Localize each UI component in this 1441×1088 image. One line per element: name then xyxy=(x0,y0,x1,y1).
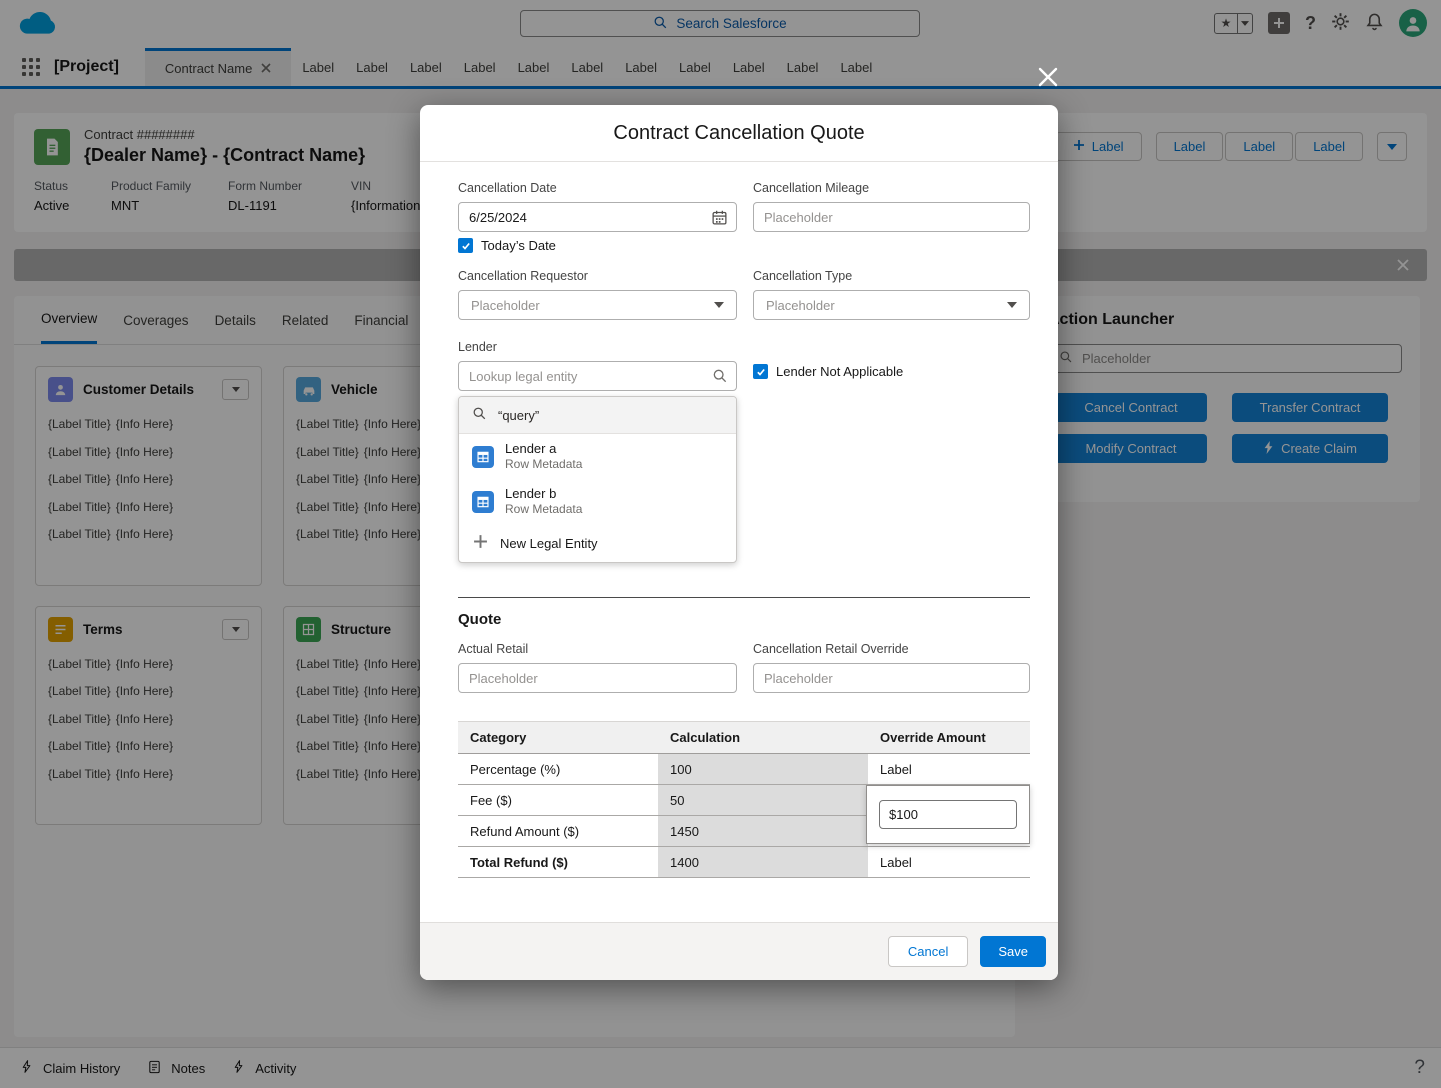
lender-lookup-dropdown: “query” Lender a Row Metadata Lender b R… xyxy=(458,396,737,563)
modal-close-icon[interactable] xyxy=(1035,64,1061,90)
override-amount-editor xyxy=(866,785,1030,844)
lender-field: Lender “query” xyxy=(458,340,737,563)
check-icon xyxy=(756,368,765,376)
actual-retail-label: Actual Retail xyxy=(458,642,529,656)
modal-footer: Cancel Save xyxy=(420,922,1058,980)
quote-table: Category Calculation Override Amount Per… xyxy=(458,721,1030,878)
new-legal-entity-option[interactable]: New Legal Entity xyxy=(459,524,736,562)
column-header-calculation: Calculation xyxy=(658,721,868,754)
cancellation-mileage-label: Cancellation Mileage xyxy=(753,181,870,195)
actual-retail-input[interactable] xyxy=(458,663,737,693)
cancellation-retail-override-field: Cancellation Retail Override xyxy=(753,642,1030,693)
modal-title: Contract Cancellation Quote xyxy=(613,121,865,144)
lookup-query-row[interactable]: “query” xyxy=(459,397,736,434)
cancellation-type-label: Cancellation Type xyxy=(753,269,853,283)
table-row-total: Total Refund ($) 1400 Label xyxy=(458,846,1030,878)
plus-icon xyxy=(473,534,488,552)
cancel-button[interactable]: Cancel xyxy=(887,936,969,967)
cancellation-mileage-input[interactable] xyxy=(753,202,1030,232)
column-header-override-amount: Override Amount xyxy=(868,721,1030,754)
quote-section-heading: Quote xyxy=(458,611,502,628)
cancellation-type-select[interactable]: Placeholder xyxy=(753,290,1030,320)
lookup-result-lender-b[interactable]: Lender b Row Metadata xyxy=(459,479,736,524)
lender-not-applicable-field: Lender Not Applicable xyxy=(753,340,1030,563)
contract-cancellation-quote-modal: Contract Cancellation Quote Cancellation… xyxy=(420,105,1058,980)
cancellation-date-input[interactable] xyxy=(458,202,737,232)
check-icon xyxy=(461,242,470,250)
section-divider xyxy=(458,597,1030,598)
override-amount-input[interactable] xyxy=(879,800,1017,829)
override-amount-cell[interactable]: Label xyxy=(868,846,1030,878)
cancellation-date-field: Cancellation Date Today’s Date xyxy=(458,181,737,253)
search-icon xyxy=(472,406,487,424)
table-row: Percentage (%) 100 Label xyxy=(458,753,1030,785)
lender-not-applicable-checkbox[interactable] xyxy=(753,364,768,379)
todays-date-label: Today’s Date xyxy=(481,238,556,253)
chevron-down-icon xyxy=(714,302,724,308)
lender-label: Lender xyxy=(458,340,497,354)
todays-date-checkbox[interactable] xyxy=(458,238,473,253)
cancellation-date-label: Cancellation Date xyxy=(458,181,557,195)
cancellation-retail-override-label: Cancellation Retail Override xyxy=(753,642,909,656)
cancellation-retail-override-input[interactable] xyxy=(753,663,1030,693)
column-header-category: Category xyxy=(458,721,658,754)
cancellation-requestor-field: Cancellation Requestor Placeholder xyxy=(458,269,737,320)
calendar-icon[interactable] xyxy=(711,209,728,229)
save-button[interactable]: Save xyxy=(980,936,1046,967)
override-amount-cell[interactable]: Label xyxy=(868,753,1030,785)
chevron-down-icon xyxy=(1007,302,1017,308)
lookup-result-lender-a[interactable]: Lender a Row Metadata xyxy=(459,434,736,479)
cancellation-mileage-field: Cancellation Mileage xyxy=(753,181,1030,253)
lender-not-applicable-label: Lender Not Applicable xyxy=(776,364,904,379)
salesforce-app: Search Salesforce ★ ? [Project] Contract… xyxy=(0,0,1441,1088)
cancellation-type-field: Cancellation Type Placeholder xyxy=(753,269,1030,320)
legal-entity-icon xyxy=(472,445,494,468)
legal-entity-icon xyxy=(472,490,494,513)
lender-lookup-input[interactable] xyxy=(458,361,737,391)
search-icon xyxy=(712,368,728,387)
actual-retail-field: Actual Retail xyxy=(458,642,737,693)
cancellation-requestor-label: Cancellation Requestor xyxy=(458,269,588,283)
cancellation-requestor-select[interactable]: Placeholder xyxy=(458,290,737,320)
